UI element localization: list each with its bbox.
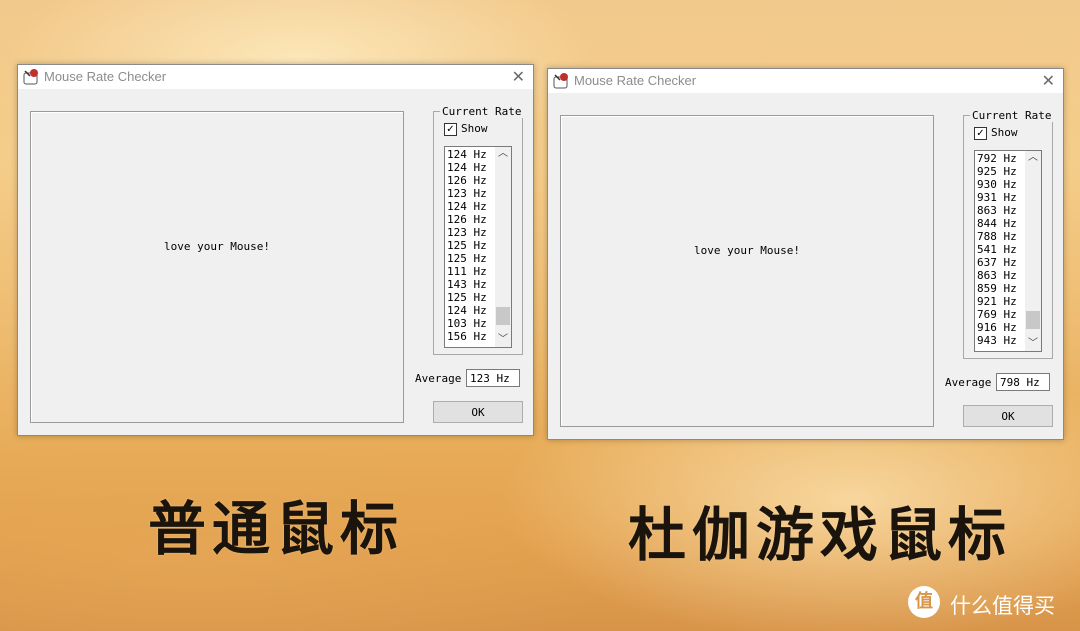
chevron-up-icon[interactable]: ︿	[1025, 151, 1041, 165]
current-rate-group: Current Rate ✓ Show 792 Hz 925 Hz 930 Hz…	[963, 109, 1054, 359]
show-label: Show	[461, 122, 488, 135]
list-item[interactable]: 637 Hz	[977, 256, 1017, 269]
list-scrollbar[interactable]: ︿ ﹀	[495, 147, 511, 347]
mouse-rate-checker-window-left: Mouse Rate Checker ✕ love your Mouse! Cu…	[17, 64, 534, 436]
average-label: Average	[415, 372, 462, 385]
list-item[interactable]: 125 Hz	[447, 239, 487, 252]
chevron-up-icon[interactable]: ︿	[495, 147, 511, 161]
mouse-test-area[interactable]: love your Mouse!	[560, 115, 934, 427]
list-item[interactable]: 943 Hz	[977, 334, 1017, 347]
scroll-thumb[interactable]	[496, 307, 510, 325]
list-item[interactable]: 124 Hz	[447, 304, 487, 317]
list-item[interactable]: 925 Hz	[977, 165, 1017, 178]
list-item[interactable]: 916 Hz	[977, 321, 1017, 334]
mouse-app-icon	[23, 69, 38, 85]
caption-ordinary-mouse: 普通鼠标	[148, 495, 405, 563]
list-item[interactable]: 859 Hz	[977, 282, 1017, 295]
list-item[interactable]: 124 Hz	[447, 161, 487, 174]
mouse-app-icon	[553, 73, 568, 89]
show-label: Show	[991, 126, 1018, 139]
list-item[interactable]: 541 Hz	[977, 243, 1017, 256]
title-bar[interactable]: Mouse Rate Checker ✕	[18, 65, 533, 89]
ok-button[interactable]: OK	[433, 401, 523, 423]
average-field: 798 Hz	[996, 373, 1050, 391]
list-item[interactable]: 863 Hz	[977, 204, 1017, 217]
rate-list[interactable]: 792 Hz 925 Hz 930 Hz 931 Hz 863 Hz 844 H…	[974, 150, 1042, 352]
canvas-message: love your Mouse!	[164, 240, 270, 253]
canvas-message: love your Mouse!	[694, 244, 800, 257]
scroll-thumb[interactable]	[1026, 311, 1040, 329]
window-title: Mouse Rate Checker	[574, 73, 697, 88]
chevron-down-icon[interactable]: ﹀	[495, 333, 511, 347]
list-item[interactable]: 788 Hz	[977, 230, 1017, 243]
list-item[interactable]: 792 Hz	[977, 152, 1017, 165]
list-item[interactable]: 930 Hz	[977, 178, 1017, 191]
current-rate-label: Current Rate	[440, 105, 524, 118]
title-bar[interactable]: Mouse Rate Checker ✕	[548, 69, 1063, 93]
mouse-rate-checker-window-right: Mouse Rate Checker ✕ love your Mouse! Cu…	[547, 68, 1064, 440]
list-item[interactable]: 125 Hz	[447, 291, 487, 304]
list-item[interactable]: 124 Hz	[447, 148, 487, 161]
list-item[interactable]: 769 Hz	[977, 308, 1017, 321]
list-item[interactable]: 921 Hz	[977, 295, 1017, 308]
list-item[interactable]: 111 Hz	[447, 265, 487, 278]
list-item[interactable]: 126 Hz	[447, 174, 487, 187]
list-item[interactable]: 123 Hz	[447, 226, 487, 239]
caption-gaming-mouse: 杜伽游戏鼠标	[628, 501, 1013, 569]
chevron-down-icon[interactable]: ﹀	[1025, 337, 1041, 351]
show-checkbox[interactable]: ✓	[444, 123, 457, 136]
list-item[interactable]: 123 Hz	[447, 187, 487, 200]
mouse-test-area[interactable]: love your Mouse!	[30, 111, 404, 423]
current-rate-group: Current Rate ✓ Show 124 Hz 124 Hz 126 Hz…	[433, 105, 524, 355]
list-scrollbar[interactable]: ︿ ﹀	[1025, 151, 1041, 351]
average-label: Average	[945, 376, 992, 389]
list-item[interactable]: 844 Hz	[977, 217, 1017, 230]
watermark-text: 什么值得买	[950, 594, 1055, 618]
window-title: Mouse Rate Checker	[44, 69, 167, 84]
list-item[interactable]: 126 Hz	[447, 213, 487, 226]
ok-button[interactable]: OK	[963, 405, 1053, 427]
list-item[interactable]: 931 Hz	[977, 191, 1017, 204]
average-field: 123 Hz	[466, 369, 520, 387]
rate-list[interactable]: 124 Hz 124 Hz 126 Hz 123 Hz 124 Hz 126 H…	[444, 146, 512, 348]
current-rate-label: Current Rate	[970, 109, 1054, 122]
list-item[interactable]: 103 Hz	[447, 317, 487, 330]
list-item[interactable]: 156 Hz	[447, 330, 487, 343]
close-icon[interactable]: ✕	[1042, 71, 1055, 90]
list-item[interactable]: 863 Hz	[977, 269, 1017, 282]
list-item[interactable]: 143 Hz	[447, 278, 487, 291]
list-item[interactable]: 124 Hz	[447, 200, 487, 213]
smzdm-logo-icon: 值	[908, 586, 940, 618]
show-checkbox[interactable]: ✓	[974, 127, 987, 140]
close-icon[interactable]: ✕	[512, 67, 525, 86]
list-item[interactable]: 125 Hz	[447, 252, 487, 265]
